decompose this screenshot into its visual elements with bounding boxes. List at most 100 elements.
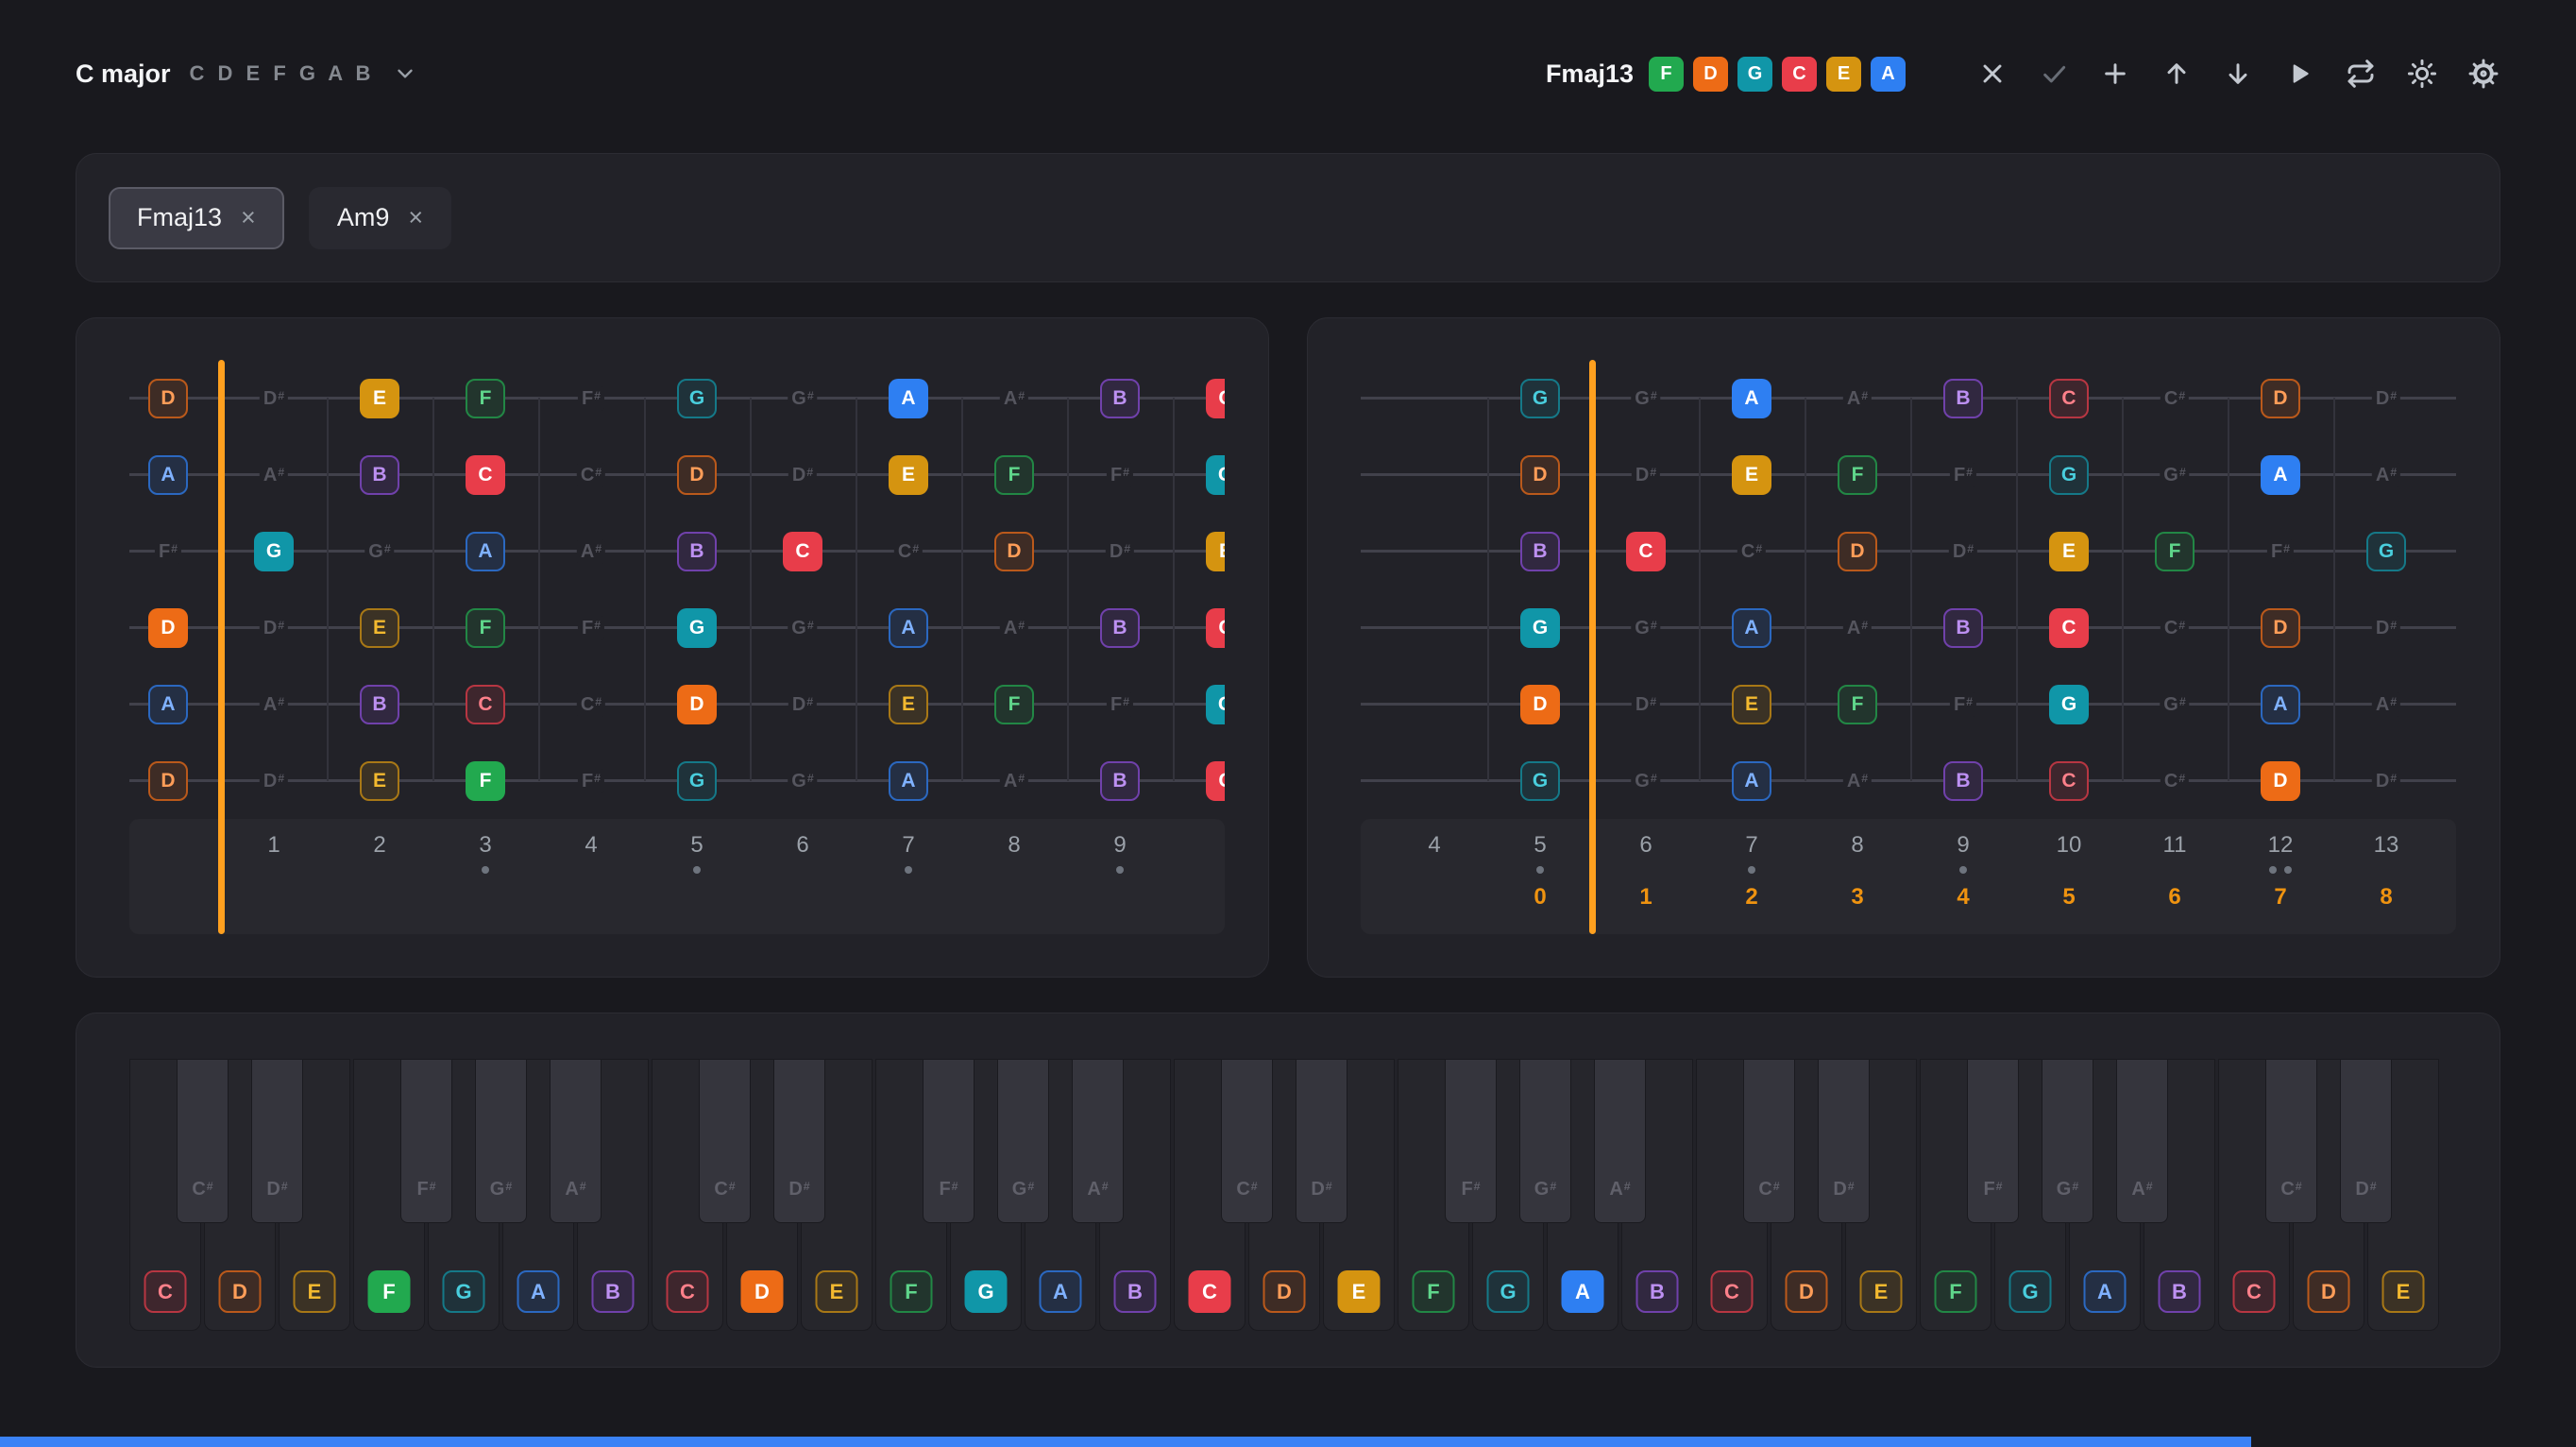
piano-note-chip[interactable]: E bbox=[816, 1270, 858, 1313]
black-key[interactable]: F# bbox=[1445, 1059, 1497, 1223]
loop-button[interactable] bbox=[2344, 57, 2378, 91]
piano-note-chip[interactable]: E bbox=[294, 1270, 336, 1313]
piano-note-chip[interactable]: F bbox=[1935, 1270, 1977, 1313]
fret-note-chip[interactable]: C bbox=[783, 532, 822, 571]
black-key[interactable]: A# bbox=[1594, 1059, 1646, 1223]
fret-note-chip[interactable]: A bbox=[1732, 608, 1771, 648]
piano-note-chip[interactable]: B bbox=[1636, 1270, 1679, 1313]
sun-button[interactable] bbox=[2405, 57, 2439, 91]
piano-note-chip[interactable]: F bbox=[1413, 1270, 1455, 1313]
fret-note-chip[interactable]: A bbox=[466, 532, 505, 571]
play-button[interactable] bbox=[2282, 57, 2316, 91]
piano-note-chip[interactable]: G bbox=[965, 1270, 1008, 1313]
fret-note-chip[interactable]: G bbox=[1206, 685, 1225, 724]
piano-note-chip[interactable]: F bbox=[368, 1270, 411, 1313]
piano-note-chip[interactable]: D bbox=[219, 1270, 262, 1313]
fret-note-chip[interactable]: E bbox=[2049, 532, 2089, 571]
piano-note-chip[interactable]: A bbox=[517, 1270, 560, 1313]
tab-close-icon[interactable]: × bbox=[408, 205, 423, 230]
fret-note-chip[interactable]: G bbox=[1520, 761, 1560, 801]
black-key[interactable]: D# bbox=[1818, 1059, 1870, 1223]
fret-note-chip[interactable]: G bbox=[677, 608, 717, 648]
fret-note-chip[interactable]: E bbox=[1206, 532, 1225, 571]
fret-note-chip[interactable]: F bbox=[1838, 455, 1877, 495]
piano-note-chip[interactable]: G bbox=[2009, 1270, 2052, 1313]
check-button[interactable] bbox=[2037, 57, 2071, 91]
black-key[interactable]: F# bbox=[1967, 1059, 2019, 1223]
fret-note-chip[interactable]: C bbox=[2049, 608, 2089, 648]
chord-tab-fmaj13[interactable]: Fmaj13× bbox=[109, 187, 284, 249]
fret-note-chip[interactable]: A bbox=[2261, 685, 2300, 724]
piano-note-chip[interactable]: D bbox=[1786, 1270, 1828, 1313]
fret-note-chip[interactable]: A bbox=[2261, 455, 2300, 495]
piano-note-chip[interactable]: B bbox=[1114, 1270, 1157, 1313]
piano-note-chip[interactable]: C bbox=[1189, 1270, 1231, 1313]
fret-note-chip[interactable]: C bbox=[2049, 761, 2089, 801]
black-key[interactable]: G# bbox=[1519, 1059, 1571, 1223]
close-button[interactable] bbox=[1975, 57, 2009, 91]
fret-note-chip[interactable]: E bbox=[360, 608, 399, 648]
fret-note-chip[interactable]: C bbox=[1206, 761, 1225, 801]
black-key[interactable]: D# bbox=[1296, 1059, 1347, 1223]
piano-note-chip[interactable]: B bbox=[592, 1270, 635, 1313]
fret-note-chip[interactable]: C bbox=[1206, 608, 1225, 648]
fret-note-chip[interactable]: C bbox=[1626, 532, 1666, 571]
fret-note-chip[interactable]: D bbox=[994, 532, 1034, 571]
fret-note-chip[interactable]: D bbox=[148, 761, 188, 801]
plus-button[interactable] bbox=[2098, 57, 2132, 91]
black-key[interactable]: F# bbox=[923, 1059, 974, 1223]
black-key[interactable]: D# bbox=[251, 1059, 303, 1223]
fret-note-chip[interactable]: A bbox=[148, 685, 188, 724]
fret-note-chip[interactable]: E bbox=[889, 685, 928, 724]
black-key[interactable]: G# bbox=[475, 1059, 527, 1223]
fret-note-chip[interactable]: G bbox=[1206, 455, 1225, 495]
fret-note-chip[interactable]: F bbox=[466, 761, 505, 801]
key-selector[interactable]: C major C D E F G A B bbox=[76, 60, 417, 89]
fret-note-chip[interactable]: E bbox=[1732, 685, 1771, 724]
piano-note-chip[interactable]: E bbox=[2382, 1270, 2425, 1313]
black-key[interactable]: G# bbox=[997, 1059, 1049, 1223]
arrow-up-button[interactable] bbox=[2160, 57, 2194, 91]
fret-note-chip[interactable]: D bbox=[1520, 685, 1560, 724]
fret-note-chip[interactable]: C bbox=[1206, 379, 1225, 418]
fret-note-chip[interactable]: E bbox=[360, 761, 399, 801]
piano-note-chip[interactable]: C bbox=[1711, 1270, 1754, 1313]
piano-note-chip[interactable]: C bbox=[2233, 1270, 2276, 1313]
piano-note-chip[interactable]: G bbox=[1487, 1270, 1530, 1313]
piano-note-chip[interactable]: B bbox=[2159, 1270, 2201, 1313]
fret-note-chip[interactable]: B bbox=[1520, 532, 1560, 571]
piano-note-chip[interactable]: E bbox=[1338, 1270, 1381, 1313]
fret-note-chip[interactable]: C bbox=[466, 685, 505, 724]
fret-note-chip[interactable]: D bbox=[677, 685, 717, 724]
fret-note-chip[interactable]: D bbox=[1838, 532, 1877, 571]
fret-note-chip[interactable]: G bbox=[677, 379, 717, 418]
black-key[interactable]: A# bbox=[1072, 1059, 1124, 1223]
arrow-down-button[interactable] bbox=[2221, 57, 2255, 91]
black-key[interactable]: A# bbox=[2116, 1059, 2168, 1223]
fret-note-chip[interactable]: E bbox=[889, 455, 928, 495]
fret-note-chip[interactable]: C bbox=[2049, 379, 2089, 418]
fret-note-chip[interactable]: F bbox=[466, 608, 505, 648]
fret-note-chip[interactable]: D bbox=[1520, 455, 1560, 495]
piano-note-chip[interactable]: G bbox=[443, 1270, 485, 1313]
fret-note-chip[interactable]: D bbox=[148, 379, 188, 418]
fret-note-chip[interactable]: A bbox=[889, 608, 928, 648]
fret-note-chip[interactable]: G bbox=[254, 532, 294, 571]
fret-note-chip[interactable]: D bbox=[2261, 608, 2300, 648]
fret-note-chip[interactable]: B bbox=[360, 455, 399, 495]
piano-note-chip[interactable]: A bbox=[1040, 1270, 1082, 1313]
fret-note-chip[interactable]: B bbox=[1943, 379, 1983, 418]
fret-note-chip[interactable]: B bbox=[1100, 761, 1140, 801]
fret-note-chip[interactable]: D bbox=[148, 608, 188, 648]
fret-note-chip[interactable]: F bbox=[466, 379, 505, 418]
piano-note-chip[interactable]: F bbox=[890, 1270, 933, 1313]
black-key[interactable]: G# bbox=[2042, 1059, 2093, 1223]
fret-note-chip[interactable]: D bbox=[2261, 761, 2300, 801]
fret-note-chip[interactable]: E bbox=[1732, 455, 1771, 495]
fret-note-chip[interactable]: A bbox=[1732, 379, 1771, 418]
fret-note-chip[interactable]: A bbox=[889, 379, 928, 418]
fret-note-chip[interactable]: B bbox=[360, 685, 399, 724]
chord-tab-am9[interactable]: Am9× bbox=[309, 187, 451, 249]
fret-note-chip[interactable]: G bbox=[2366, 532, 2406, 571]
black-key[interactable]: F# bbox=[400, 1059, 452, 1223]
